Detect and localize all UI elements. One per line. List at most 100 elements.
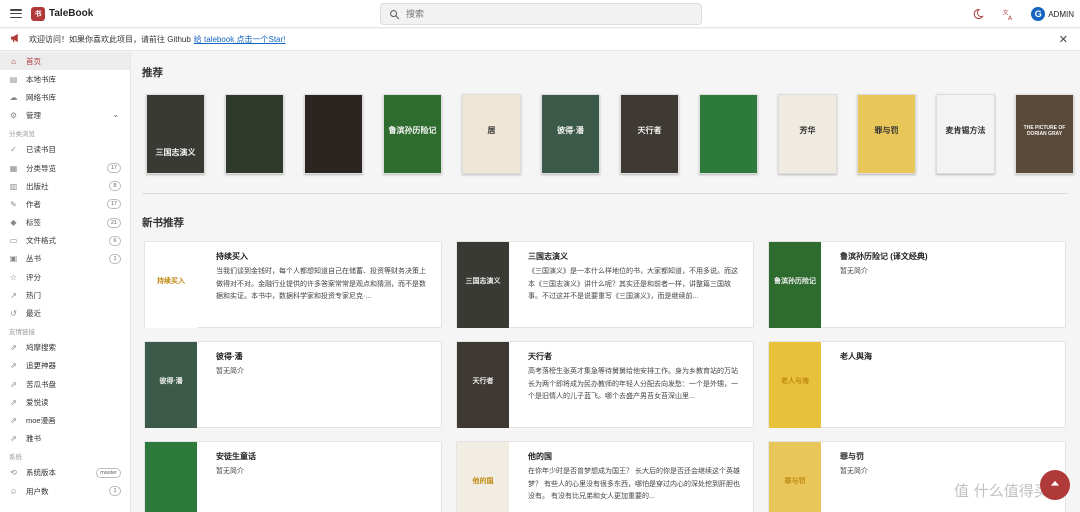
sidebar-item[interactable]: ⇗ 雅书 <box>0 430 130 448</box>
book-thumbnail[interactable] <box>145 442 197 512</box>
count-badge: 1 <box>109 485 121 496</box>
book-cover[interactable]: THE PICTURE OF DORIAN GRAY <box>1015 94 1074 174</box>
file-icon: ▭ <box>9 236 18 246</box>
sidebar-item-label: 热门 <box>26 290 41 300</box>
sidebar-item[interactable]: ✓ 已读书目 <box>0 141 130 159</box>
book-cover[interactable]: 鲁滨孙历险记 <box>383 94 442 174</box>
sidebar-item-label: 雅书 <box>26 434 41 444</box>
book-title[interactable]: 鲁滨孙历险记 (译文经典) <box>840 251 928 262</box>
book-cover[interactable] <box>699 94 758 174</box>
book-cover[interactable] <box>225 94 284 174</box>
sidebar-item-label: 分类导览 <box>26 163 56 173</box>
book-description: 暂无简介 <box>216 468 244 475</box>
book-thumbnail[interactable]: 老人与海 <box>769 342 821 428</box>
link-icon: ⇗ <box>10 361 17 371</box>
book-card[interactable]: 他的国 他的国 在你年少时是否曾梦想成为国王？ 长大后的你是否还会继续这个英雄梦？ … <box>456 441 754 512</box>
book-card[interactable]: 安徒生童话 暂无简介 <box>144 441 442 512</box>
sidebar-item[interactable]: ⚙ 管理 ⌄ <box>0 107 130 125</box>
search-input[interactable] <box>406 9 686 19</box>
sidebar-item-label: 丛书 <box>26 254 41 264</box>
book-card[interactable]: 天行者 天行者 高考落榜生张英才集急等待舅舅给他安排工作。身为乡教育站的万站长为两个… <box>456 341 754 428</box>
book-cover-title: 居 <box>487 126 496 135</box>
chevron-down-icon[interactable]: ⌄ <box>112 110 119 119</box>
sidebar-item[interactable]: ◆ 标签 21 <box>0 214 130 232</box>
search-box[interactable] <box>380 3 702 25</box>
sidebar-item-label: 标签 <box>26 218 41 228</box>
menu-button[interactable] <box>0 0 32 28</box>
sidebar-item[interactable]: ⇗ 追更神器 <box>0 357 130 375</box>
recommend-title: 推荐 <box>142 67 163 79</box>
sidebar-item[interactable]: ▤ 本地书库 <box>0 70 130 88</box>
book-title[interactable]: 他的国 <box>528 451 552 462</box>
book-cover[interactable]: 天行者 <box>620 94 679 174</box>
book-thumbnail[interactable]: 鲁滨孙历险记 <box>769 242 821 328</box>
github-star-link[interactable]: 给 talebook 点击一个Star! <box>194 34 286 45</box>
book-description: 高考落榜生张英才集急等待舅舅给他安排工作。身为乡教育站的万站长为两个即将成为民办… <box>528 368 738 400</box>
book-thumbnail[interactable]: 他的国 <box>457 442 509 512</box>
dark-mode-icon[interactable] <box>971 7 985 21</box>
book-card[interactable]: 鲁滨孙历险记 鲁滨孙历险记 (译文经典) 暂无简介 <box>768 241 1066 328</box>
sidebar-item-label: 本地书库 <box>26 74 56 84</box>
sidebar-item[interactable]: ✎ 作者 17 <box>0 195 130 213</box>
sidebar-item-label: moe漫画 <box>26 415 56 425</box>
sidebar-item[interactable]: ▥ 出版社 8 <box>0 177 130 195</box>
sidebar-item-label: 首页 <box>26 56 41 66</box>
book-cover[interactable]: 居 <box>462 94 521 174</box>
sidebar-item[interactable]: ↗ 热门 <box>0 286 130 304</box>
book-cover[interactable]: 芳华 <box>778 94 837 174</box>
sidebar-item[interactable]: ⇗ 爱悦读 <box>0 393 130 411</box>
book-thumbnail[interactable]: 彼得·潘 <box>145 342 197 428</box>
count-badge: 8 <box>109 181 121 192</box>
sidebar-item[interactable]: ⌂ 首页 <box>0 52 130 71</box>
book-cover[interactable]: 罪与罚 <box>857 94 916 174</box>
book-title[interactable]: 安徒生童话 <box>216 451 256 462</box>
translate-icon[interactable]: 文A <box>1001 7 1015 21</box>
sidebar-item[interactable]: ▭ 文件格式 6 <box>0 232 130 250</box>
sidebar-item[interactable]: ▣ 丛书 1 <box>0 250 130 268</box>
sidebar-item[interactable]: ⟲ 系统版本 master <box>0 464 130 482</box>
sidebar-item[interactable]: ⇗ 鸠摩搜索 <box>0 339 130 357</box>
sidebar-item[interactable]: ⇗ moe漫画 <box>0 411 130 429</box>
book-cover[interactable]: 三国志演义 <box>146 94 205 174</box>
sidebar-item[interactable]: ☆ 评分 <box>0 268 130 286</box>
book-title[interactable]: 天行者 <box>528 351 552 362</box>
fab-button[interactable] <box>1040 470 1070 500</box>
book-title[interactable]: 三国志演义 <box>528 251 568 262</box>
book-thumbnail[interactable]: 三国志演义 <box>457 242 509 328</box>
book-card[interactable]: 彼得·潘 彼得·潘 暂无简介 <box>144 341 442 428</box>
book-card[interactable]: 三国志演义 三国志演义 《三国演义》是一本什么样地位的书，大家都知道，不用多说。而这… <box>456 241 754 328</box>
sidebar-item[interactable]: ⇗ 苦瓜书盘 <box>0 375 130 393</box>
book-card[interactable]: 持续买入 持续买入 当我们谈到金钱时，每个人都想知道自己在储蓄、投资等财务决策上做得… <box>144 241 442 328</box>
book-thumbnail[interactable]: 罪与罚 <box>769 442 821 512</box>
app-logo[interactable]: 书 <box>31 6 45 21</box>
notice-text: 欢迎访问！如果你喜欢此项目，请前往 Github <box>29 35 191 44</box>
sidebar-item-label: 苦瓜书盘 <box>26 379 56 389</box>
sidebar-item-label: 出版社 <box>26 181 49 191</box>
book-description: 在你年少时是否曾梦想成为国王？ 长大后的你是否还会继续这个英雄梦？ 有些人的心里… <box>528 468 740 500</box>
book-thumbnail[interactable]: 天行者 <box>457 342 509 428</box>
sidebar-item[interactable]: ↺ 最近 <box>0 304 130 322</box>
book-card[interactable]: 罪与罚 罪与罚 暂无简介 <box>768 441 1066 512</box>
sidebar-item-label: 追更神器 <box>26 361 56 371</box>
book-title[interactable]: 持续买入 <box>216 251 248 262</box>
trend-icon: ↗ <box>10 290 17 300</box>
user-menu[interactable]: G ADMIN <box>1031 7 1074 21</box>
svg-text:A: A <box>1008 14 1013 20</box>
book-cover[interactable] <box>304 94 363 174</box>
sidebar-item[interactable]: ▦ 分类导览 17 <box>0 159 130 177</box>
book-thumbnail-text: 天行者 <box>472 378 494 385</box>
book-title[interactable]: 老人與海 <box>840 351 872 362</box>
book-cover[interactable]: 麦肯锡方法 <box>936 94 995 174</box>
avatar: G <box>1031 7 1046 21</box>
book-thumbnail[interactable]: 持续买入 <box>145 242 197 328</box>
book-title[interactable]: 罪与罚 <box>840 451 864 462</box>
app-title[interactable]: TaleBook <box>49 8 93 19</box>
book-card[interactable]: 老人与海 老人與海 <box>768 341 1066 428</box>
book-cover[interactable]: 彼得·潘 <box>541 94 600 174</box>
close-icon[interactable]: ✕ <box>1059 33 1068 46</box>
gear-icon: ⚙ <box>9 111 18 121</box>
sidebar-item[interactable]: ☁ 网络书库 <box>0 88 130 106</box>
book-thumbnail-text: 罪与罚 <box>784 478 806 485</box>
book-title[interactable]: 彼得·潘 <box>216 351 243 362</box>
sidebar-item[interactable]: ☺ 用户数 1 <box>0 482 130 500</box>
